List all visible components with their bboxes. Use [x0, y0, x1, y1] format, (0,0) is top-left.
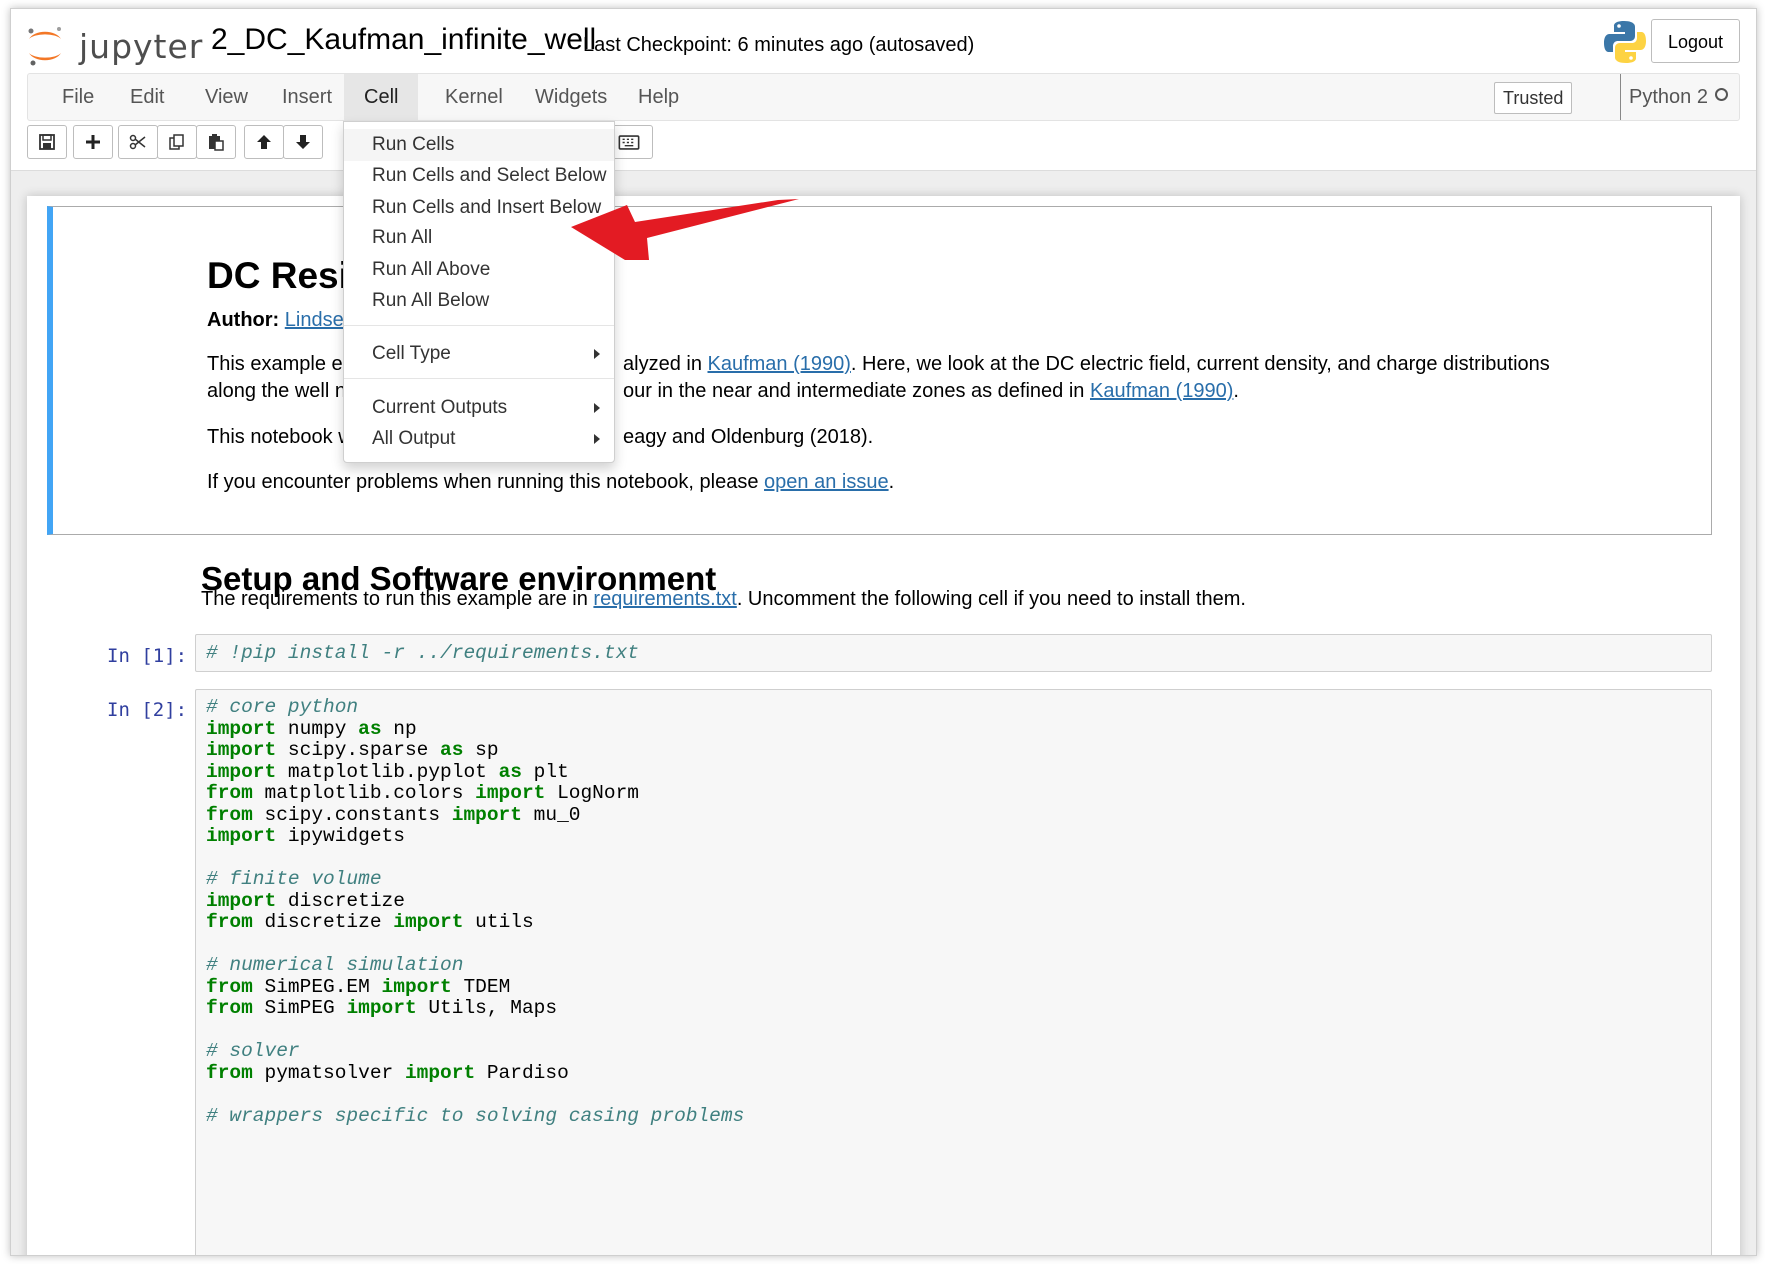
jupyter-logo-icon [28, 27, 61, 66]
menu-cell[interactable]: Cell [344, 74, 419, 120]
save-icon [39, 134, 55, 150]
menu-current-outputs[interactable]: Current Outputs [344, 392, 614, 424]
menu-all-output-label: All Output [372, 428, 456, 449]
issue-text: If you encounter problems when running t… [207, 471, 765, 493]
cell-prompt-2: In [2]: [107, 699, 188, 721]
arrow-up-icon [257, 135, 271, 149]
menu-current-outputs-label: Current Outputs [372, 397, 508, 418]
code-cell-1[interactable]: # !pip install -r ../requirements.txt [195, 634, 1712, 672]
arrow-down-icon [296, 135, 310, 149]
notebook-name[interactable]: 2_DC_Kaufman_infinite_well [211, 23, 596, 57]
author-label: Author: [207, 309, 280, 331]
menu-run-cells-select-below[interactable]: Run Cells and Select Below [344, 160, 614, 192]
menu-help[interactable]: Help [618, 74, 699, 120]
menu-run-cells[interactable]: Run Cells [344, 129, 614, 161]
markdown-cell-intro[interactable]: DC Resis Author: Lindsey H This example … [47, 206, 1712, 535]
kaufman-link-2[interactable]: Kaufman (1990) [1090, 380, 1233, 402]
intro-text: . Here, we look at the DC electric field… [850, 353, 1550, 375]
save-button[interactable] [27, 125, 67, 159]
submenu-caret-icon [594, 403, 600, 413]
menu-run-all-below[interactable]: Run All Below [344, 285, 614, 317]
intro-line-3a: This notebook wa [207, 426, 364, 448]
jupyter-logo[interactable]: jupyter [25, 21, 202, 73]
copy-button[interactable] [157, 125, 197, 159]
code-block: # core python import numpy as np import … [206, 696, 745, 1127]
issue-text: . [888, 471, 895, 493]
move-down-button[interactable] [283, 125, 323, 159]
python-logo-icon [1604, 21, 1646, 63]
menu-divider [344, 325, 614, 326]
menu-view[interactable]: View [185, 74, 268, 120]
menu-kernel[interactable]: Kernel [425, 74, 523, 120]
notebook-window: jupyter 2_DC_Kaufman_infinite_well Last … [10, 8, 1757, 1256]
logo-text: jupyter [79, 27, 204, 66]
setup-text: The requirements to run this example are… [201, 584, 1246, 614]
keyboard-icon [618, 134, 640, 150]
menu-edit[interactable]: Edit [110, 74, 184, 120]
kaufman-link-1[interactable]: Kaufman (1990) [708, 353, 851, 375]
insert-cell-button[interactable] [73, 125, 113, 159]
intro-text: alyzed in [623, 353, 708, 375]
menu-file[interactable]: File [42, 74, 114, 120]
intro-line-1b: alyzed in Kaufman (1990). Here, we look … [623, 349, 1550, 379]
setup-text-b: . Uncomment the following cell if you ne… [736, 588, 1246, 610]
requirements-link[interactable]: requirements.txt [593, 588, 736, 610]
menu-divider [344, 378, 614, 379]
kernel-name: Python 2 [1620, 74, 1708, 120]
intro-text: . [1233, 380, 1239, 402]
cut-icon [129, 134, 146, 150]
annotation-arrow-icon [571, 199, 799, 260]
issue-line: If you encounter problems when running t… [207, 467, 894, 497]
setup-text-a: The requirements to run this example are… [201, 588, 594, 610]
open-issue-link[interactable]: open an issue [764, 471, 889, 493]
menu-widgets[interactable]: Widgets [515, 74, 627, 120]
kernel-idle-icon [1715, 88, 1728, 101]
code-cell-2[interactable]: # core python import numpy as np import … [195, 689, 1712, 1255]
code-line: # !pip install -r ../requirements.txt [206, 642, 639, 664]
notebook-container: DC Resis Author: Lindsey H This example … [27, 196, 1740, 1255]
submenu-caret-icon [594, 434, 600, 444]
paste-button[interactable] [196, 125, 236, 159]
checkpoint-status: Last Checkpoint: 6 minutes ago (autosave… [583, 34, 975, 56]
menu-cell-type[interactable]: Cell Type [344, 338, 614, 370]
intro-line-1a: This example exa [207, 353, 364, 375]
menu-cell-type-label: Cell Type [372, 343, 451, 364]
intro-line-3b: eagy and Oldenburg (2018). [623, 426, 874, 448]
plus-icon [86, 135, 100, 149]
move-up-button[interactable] [244, 125, 284, 159]
header: jupyter 2_DC_Kaufman_infinite_well Last … [11, 9, 1756, 171]
menu-all-output[interactable]: All Output [344, 423, 614, 455]
submenu-caret-icon [594, 349, 600, 359]
menubar: File Edit View Insert Cell Kernel Widget… [27, 73, 1740, 121]
copy-icon [169, 134, 184, 150]
trusted-indicator[interactable]: Trusted [1494, 82, 1573, 114]
intro-line-2b: our in the near and intermediate zones a… [623, 376, 1239, 406]
paste-icon [209, 134, 224, 151]
logout-button[interactable]: Logout [1651, 19, 1740, 63]
intro-text: our in the near and intermediate zones a… [623, 380, 1090, 402]
cell-prompt-1: In [1]: [107, 645, 188, 667]
cell-menu-dropdown: Run Cells Run Cells and Select Below Run… [343, 121, 615, 463]
cut-button[interactable] [118, 125, 158, 159]
menu-insert[interactable]: Insert [262, 74, 352, 120]
